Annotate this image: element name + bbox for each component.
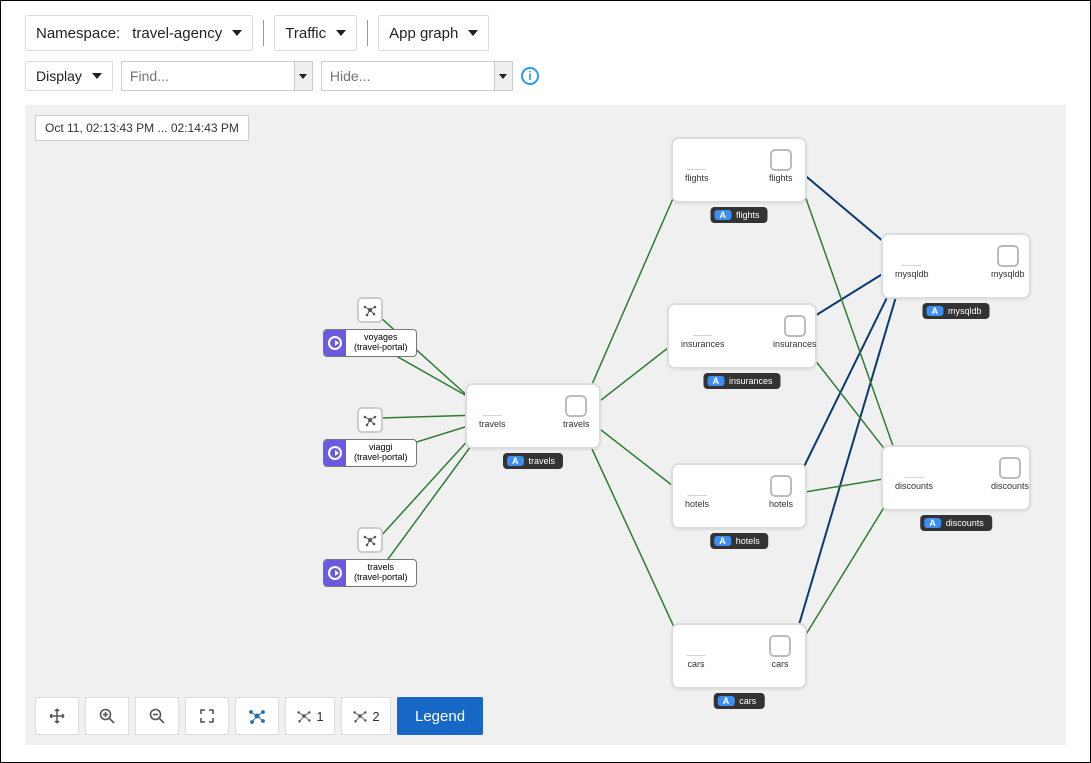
app-badge-flights: Aflights [710,207,767,223]
entry-pill-travels[interactable]: travels(travel-portal) [323,559,417,587]
app-box-insurances[interactable]: insurances insurances Ainsurances [667,303,817,369]
ingress-icon [324,560,346,586]
app-box-mysqldb[interactable]: mysqldb mysqldb Amysqldb [881,233,1031,299]
app-box-travels[interactable]: travels travels Atravels [465,383,601,449]
workload-icon [357,407,383,433]
workload-node-cars[interactable]: cars [769,635,791,669]
layout-2-label: 2 [372,709,379,724]
workload-node-travels[interactable]: travels [563,395,590,429]
app-box-flights[interactable]: flights flights Aflights [671,137,807,203]
display-label: Display [36,68,82,84]
workload-node-flights[interactable]: flights [769,149,793,183]
app-box-hotels[interactable]: hotels hotels Ahotels [671,463,807,529]
service-node-discounts[interactable]: discounts [895,457,933,491]
app-badge-mysqldb: Amysqldb [922,303,989,319]
app-box-discounts[interactable]: discounts discounts Adiscounts [881,445,1031,511]
traffic-selector[interactable]: Traffic [274,15,357,51]
hide-wrapper [321,61,513,91]
chevron-down-icon [232,30,242,36]
find-dropdown[interactable] [294,62,312,90]
entry-label: travels(travel-portal) [346,560,416,586]
chevron-down-icon [468,30,478,36]
drag-button[interactable] [35,697,79,735]
layout-2-button[interactable]: 2 [341,697,391,735]
service-node-mysqldb[interactable]: mysqldb [895,245,929,279]
ingress-icon [324,440,346,466]
app-badge-cars: Acars [714,693,765,709]
app-badge-hotels: Ahotels [710,533,768,549]
ingress-icon [324,330,346,356]
entry-label: viaggi(travel-portal) [346,440,416,466]
workload-node-insurances[interactable]: insurances [773,315,817,349]
entry-viaggi[interactable]: viaggi(travel-portal) [323,407,417,467]
entry-label: voyages(travel-portal) [346,330,416,356]
entry-pill-viaggi[interactable]: viaggi(travel-portal) [323,439,417,467]
chevron-down-icon [336,30,346,36]
namespace-value: travel-agency [132,25,222,42]
app-badge-discounts: Adiscounts [920,515,992,531]
layout-1-label: 1 [316,709,323,724]
chevron-down-icon [92,73,102,79]
layout-1-button[interactable]: 1 [285,697,335,735]
divider [367,20,368,46]
workload-node-discounts[interactable]: discounts [991,457,1029,491]
namespace-selector[interactable]: Namespace: travel-agency [25,15,253,51]
namespace-label: Namespace: [36,25,120,42]
divider [263,20,264,46]
service-node-hotels[interactable]: hotels [685,475,709,509]
service-node-insurances[interactable]: insurances [681,315,725,349]
entry-voyages[interactable]: voyages(travel-portal) [323,297,417,357]
entry-travels[interactable]: travels(travel-portal) [323,527,417,587]
service-node-travels[interactable]: travels [479,395,506,429]
info-icon[interactable]: i [521,67,539,85]
app-badge-travels: Atravels [503,453,563,469]
hide-input[interactable] [322,62,494,90]
find-input[interactable] [122,62,294,90]
find-wrapper [121,61,313,91]
app-box-cars[interactable]: cars cars Acars [671,623,807,689]
traffic-label: Traffic [285,25,326,42]
workload-node-mysqldb[interactable]: mysqldb [991,245,1025,279]
graph-toolbar: 1 2 Legend [35,697,483,735]
hide-dropdown[interactable] [494,62,512,90]
fit-button[interactable] [185,697,229,735]
graph-type-label: App graph [389,25,458,42]
workload-node-hotels[interactable]: hotels [769,475,793,509]
service-node-flights[interactable]: flights [685,149,709,183]
legend-button[interactable]: Legend [397,697,483,735]
zoom-out-button[interactable] [135,697,179,735]
workload-icon [357,527,383,553]
workload-icon [357,297,383,323]
entry-pill-voyages[interactable]: voyages(travel-portal) [323,329,417,357]
display-selector[interactable]: Display [25,61,113,91]
graph-canvas[interactable]: Oct 11, 02:13:43 PM ... 02:14:43 PM 24ms [25,105,1066,745]
service-node-cars[interactable]: cars [685,635,707,669]
zoom-in-button[interactable] [85,697,129,735]
graph-type-selector[interactable]: App graph [378,15,489,51]
app-badge-insurances: Ainsurances [703,373,780,389]
layout-default-button[interactable] [235,697,279,735]
